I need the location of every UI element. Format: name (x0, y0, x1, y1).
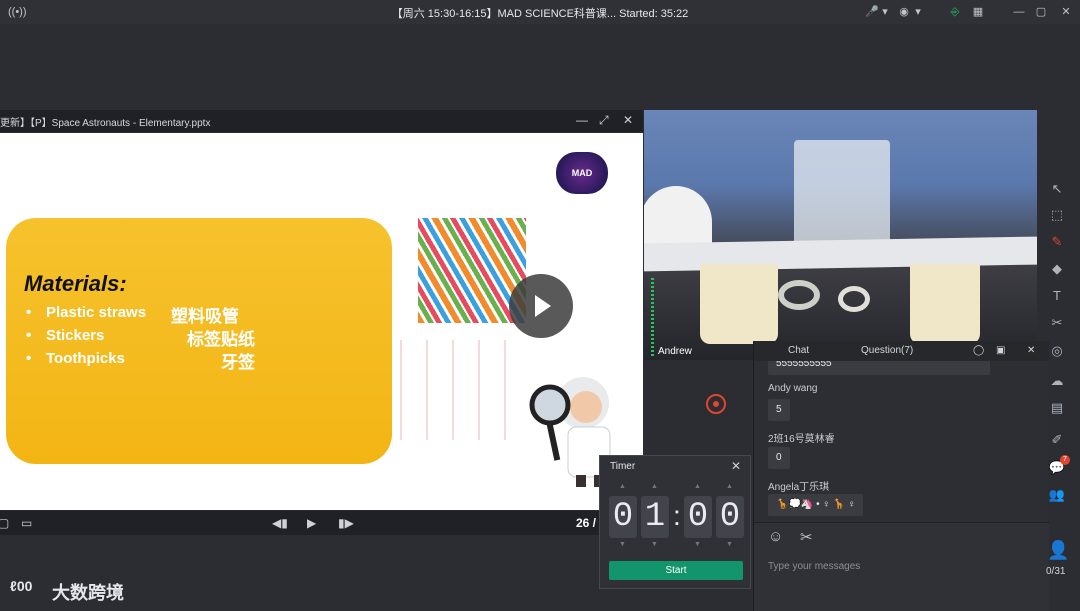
timer-digit: 0 (609, 496, 637, 538)
teacher-video (644, 110, 1037, 360)
pen-icon[interactable]: ✎ (1048, 233, 1066, 251)
slide-canvas: MAD SCIENCE Materials: • Plastic straws 塑… (0, 133, 643, 510)
timer-widget: Timer ✕ ▲ ▲ ▲ ▲ 0 1 : 0 0 ▼ ▼ ▼ ▼ Start (599, 455, 751, 589)
thumbnail-icon[interactable]: ▢ (0, 516, 9, 530)
mic-dropdown-icon[interactable]: ▾ (877, 4, 893, 20)
play-icon[interactable] (509, 274, 573, 338)
chat-tabs: Chat Question(7) ◯ ▣ ✕ (754, 341, 1049, 361)
cursor-icon[interactable]: ↖ (1048, 180, 1066, 198)
timer-start-button[interactable]: Start (609, 561, 743, 580)
message-bubble: 5555555555 (768, 361, 990, 375)
decrement-arrow-icon[interactable]: ▼ (651, 541, 658, 548)
cup-right (910, 264, 980, 344)
stickers-image (400, 340, 506, 440)
chat-bubble-icon[interactable]: ◯ (973, 345, 984, 356)
grid-icon[interactable]: ▦ (970, 4, 986, 20)
timer-digit: 1 (641, 496, 669, 538)
decrement-arrow-icon[interactable]: ▼ (619, 541, 626, 548)
timer-close-icon[interactable]: ✕ (731, 459, 741, 473)
title-bar: ((•)) 【周六 15:30-16:15】MAD SCIENCE科普课... … (0, 0, 1080, 24)
message-input-placeholder[interactable]: Type your messages (768, 561, 860, 572)
next-slide-icon[interactable]: ▮▶ (338, 516, 354, 530)
ppt-close-icon[interactable]: ✕ (623, 113, 633, 127)
ppt-window-header: 更新】【P】Space Astronauts - Elementary.pptx… (0, 110, 643, 132)
user-count: 0/31 (1046, 566, 1066, 577)
material-item: • Stickers (26, 327, 105, 344)
material-item-cn: 牙签 (221, 353, 255, 372)
select-icon[interactable]: ⬚ (1048, 206, 1066, 224)
laser-pointer-icon[interactable] (706, 394, 726, 414)
chat-panel: Chat Question(7) ◯ ▣ ✕ 5555555555 Andy w… (753, 341, 1049, 611)
ppt-expand-icon[interactable]: ⤢ (599, 113, 609, 128)
users-list-icon[interactable]: 👤 (1047, 540, 1069, 561)
message-author: Angela丁乐琪 (768, 482, 830, 493)
toolbox-icon[interactable]: ▤ (1048, 399, 1066, 417)
material-item-cn: 标签贴纸 (187, 330, 255, 349)
volume-meter (651, 276, 654, 356)
top-panel (0, 24, 1080, 110)
ppt-file-title: 更新】【P】Space Astronauts - Elementary.pptx (0, 117, 211, 129)
notes-icon[interactable]: ▭ (21, 516, 32, 530)
play-slide-icon[interactable]: ▶ (307, 516, 316, 530)
decrement-arrow-icon[interactable]: ▼ (694, 541, 701, 548)
text-icon[interactable]: T (1048, 287, 1066, 305)
ppt-minimize-icon[interactable]: — (576, 113, 588, 127)
chat-input-area[interactable]: ☺ ✂ Type your messages (754, 522, 1049, 611)
brand-logo-icon: ℓ00 (10, 578, 33, 594)
edit-icon[interactable]: ✐ (1048, 431, 1066, 449)
emoji-icon[interactable]: ☺ (768, 528, 783, 545)
timer-colon: : (673, 500, 681, 531)
material-item: • Plastic straws (26, 304, 147, 321)
materials-title: Materials: (24, 271, 127, 296)
tab-question[interactable]: Question(7) (861, 345, 913, 356)
increment-arrow-icon[interactable]: ▲ (726, 483, 733, 490)
video-username: Andrew (658, 346, 692, 357)
exit-icon[interactable]: ⎆ (947, 4, 963, 20)
mad-science-logo: MAD SCIENCE (556, 152, 608, 220)
message-author: Andy wang (768, 383, 818, 394)
chat-close-icon[interactable]: ✕ (1027, 345, 1035, 356)
chat-icon[interactable]: 💬 7 (1048, 455, 1070, 477)
tape-roll (838, 286, 870, 312)
scissors-icon[interactable]: ✂ (1048, 314, 1066, 332)
minimize-icon[interactable]: — (1011, 4, 1027, 20)
brand-name: 大数跨境 (52, 583, 124, 603)
users-icon[interactable]: 👥 (1048, 486, 1066, 504)
prev-slide-icon[interactable]: ◀▮ (272, 516, 288, 530)
tab-chat[interactable]: Chat (788, 345, 809, 356)
timer-digit: 0 (716, 496, 744, 538)
camera-dropdown-icon[interactable]: ▾ (910, 4, 926, 20)
message-author: 2班16号莫林睿 (768, 434, 835, 445)
maximize-icon[interactable]: ▢ (1033, 4, 1049, 20)
message-bubble: 0 (768, 447, 790, 469)
material-item-cn: 塑料吸管 (171, 307, 239, 326)
message-bubble: 5 (768, 399, 790, 421)
timer-title: Timer (610, 461, 636, 472)
popout-icon[interactable]: ▣ (996, 345, 1005, 356)
page-number: 26 / (575, 516, 596, 530)
cloud-icon[interactable]: ☁ (1048, 372, 1066, 390)
ppt-toolbar: ▢ ▭ ◀▮ ▶ ▮▶ 26 / (0, 511, 643, 535)
chat-badge: 7 (1060, 455, 1070, 465)
screenshot-icon[interactable]: ✂ (800, 528, 813, 546)
eraser-icon[interactable]: ◆ (1048, 260, 1066, 278)
increment-arrow-icon[interactable]: ▲ (651, 483, 658, 490)
timer-digit: 0 (684, 496, 712, 538)
decrement-arrow-icon[interactable]: ▼ (726, 541, 733, 548)
message-bubble: 🦒💭🦄 • ♀ 🦒 ♀ (768, 494, 864, 516)
tape-roll (778, 280, 820, 310)
close-icon[interactable]: ✕ (1058, 4, 1074, 20)
cup-left (700, 264, 778, 344)
chat-messages: 5555555555 Andy wang 5 2班16号莫林睿 0 Angela… (754, 361, 1049, 521)
material-item: • Toothpicks (26, 350, 125, 367)
record-icon[interactable]: ◎ (1048, 342, 1066, 360)
increment-arrow-icon[interactable]: ▲ (619, 483, 626, 490)
increment-arrow-icon[interactable]: ▲ (694, 483, 701, 490)
